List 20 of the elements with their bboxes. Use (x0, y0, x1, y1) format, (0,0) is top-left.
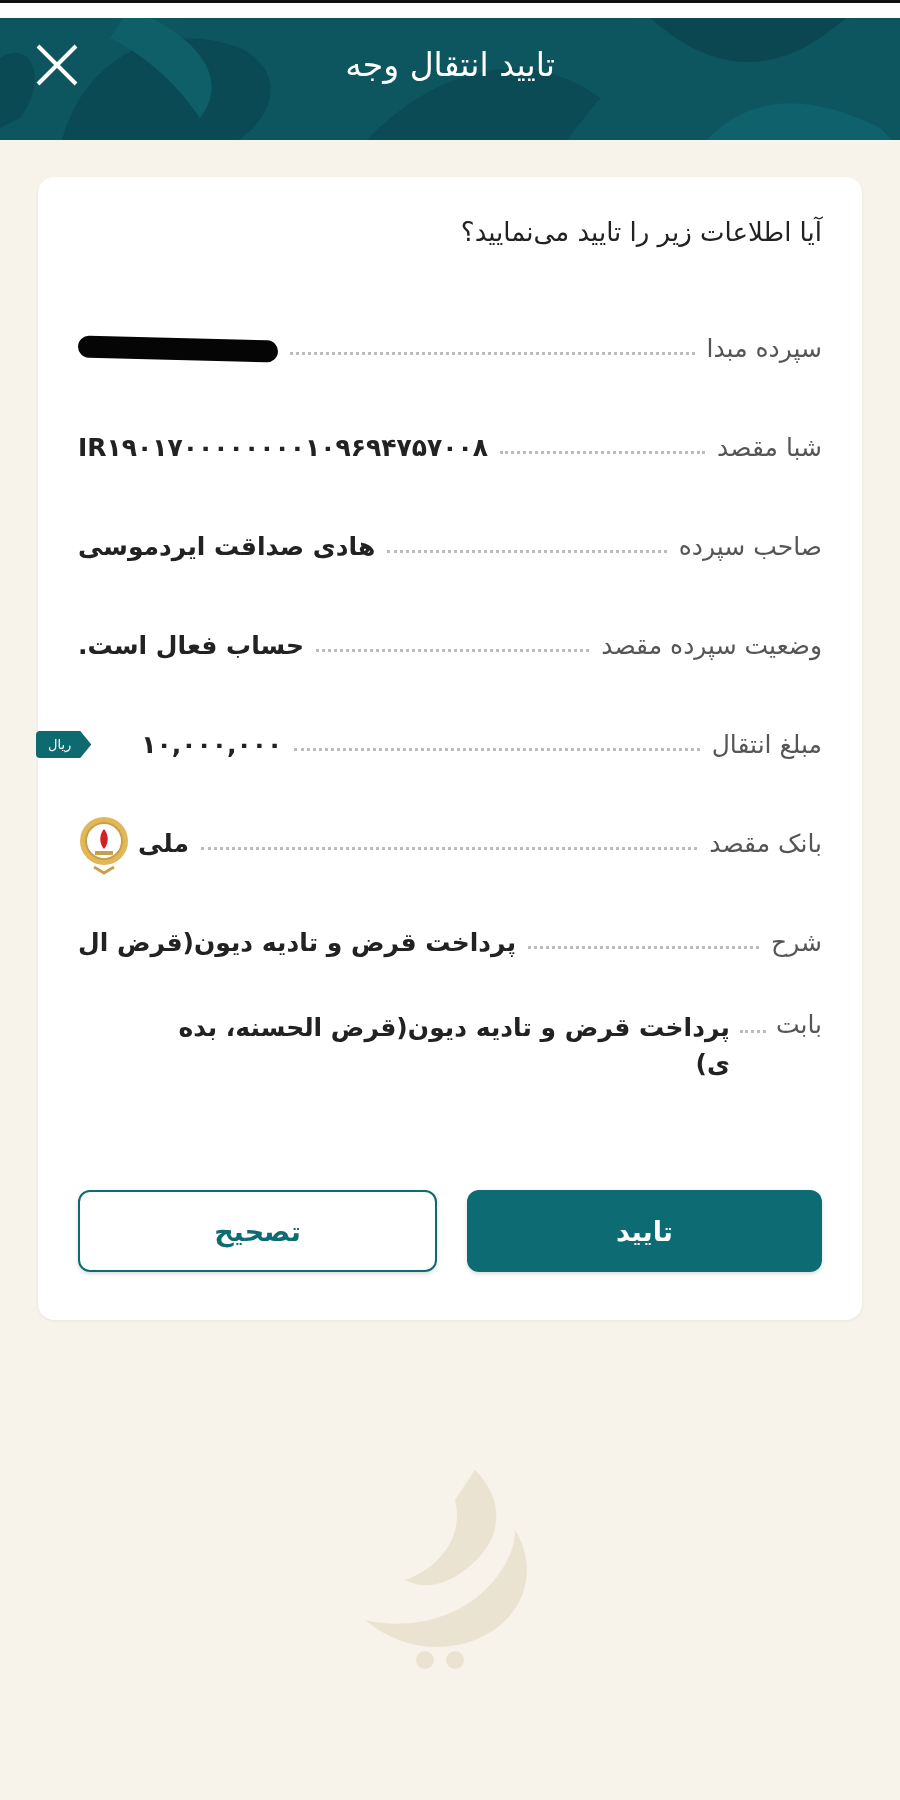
edit-button[interactable]: تصحیح (78, 1190, 437, 1272)
field-label: سپرده مبدا (706, 334, 822, 363)
field-label: بانک مقصد (709, 829, 822, 858)
field-label: شبا مقصد (717, 433, 822, 462)
field-value: حساب فعال است. (78, 631, 305, 660)
page-title: تایید انتقال وجه (345, 44, 555, 84)
field-value: پرداخت قرض و تادیه دیون(قرض الحسنه، بده ی) (178, 1012, 730, 1081)
field-label: شرح (771, 928, 822, 957)
field-label: بابت (775, 1010, 822, 1039)
bank-name: ملی (138, 829, 189, 858)
amount-value: ۱۰,۰۰۰,۰۰۰ (141, 730, 283, 759)
confirm-button[interactable]: تایید (467, 1190, 822, 1272)
field-label: وضعیت سپرده مقصد (601, 631, 822, 660)
field-label: صاحب سپرده (678, 532, 822, 561)
field-value: پرداخت قرض و تادیه دیون(قرض ال (78, 928, 517, 957)
field-value: IR۱۹۰۱۷۰۰۰۰۰۰۰۰۱۰۹۶۹۴۷۵۷۰۰۸ (78, 433, 489, 462)
currency-badge: ریال (36, 731, 92, 758)
field-label: مبلغ انتقال (711, 730, 822, 759)
field-value: هادی صداقت ایردموسی (78, 532, 376, 561)
confirmation-question: آیا اطلاعات زیر را تایید می‌نمایید؟ (459, 217, 822, 247)
